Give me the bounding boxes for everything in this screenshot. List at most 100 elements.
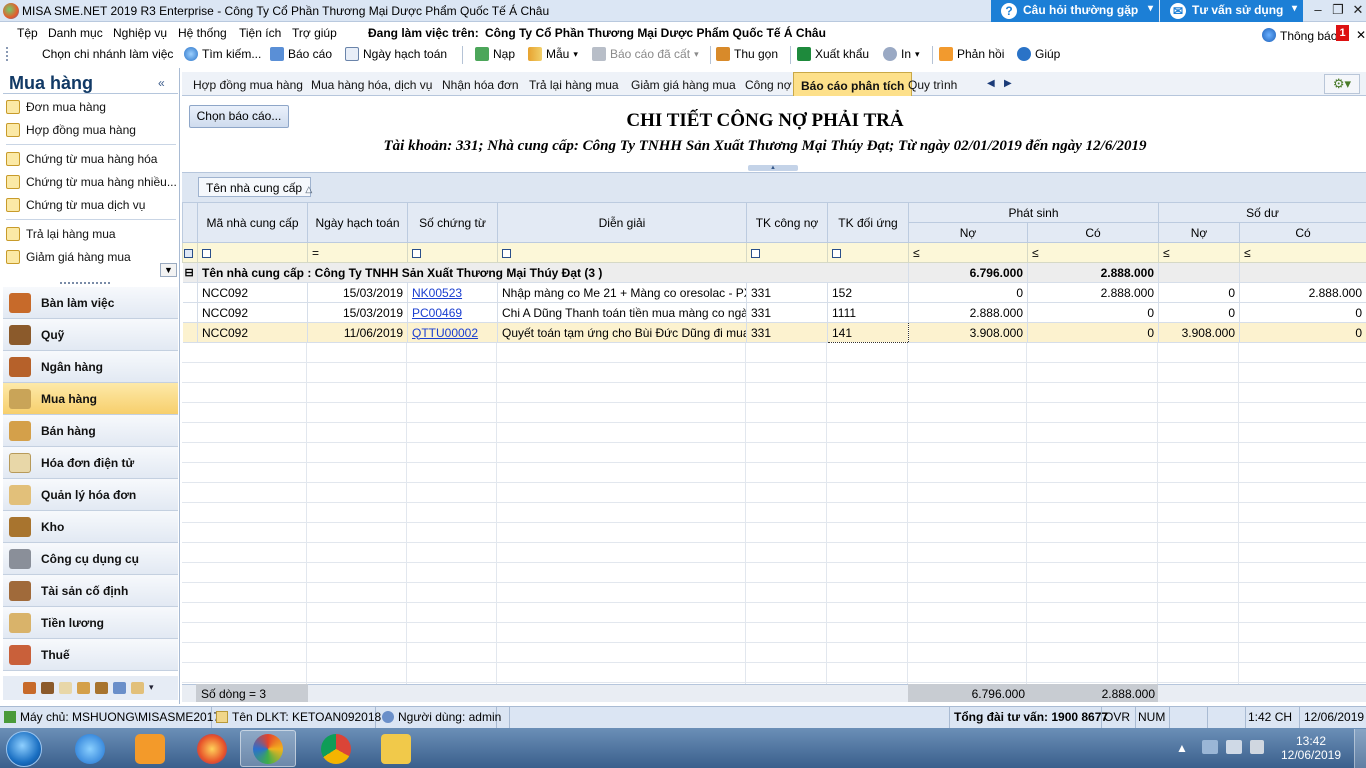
tab-purchase-return[interactable]: Trả lại hàng mua — [522, 72, 626, 96]
table-row[interactable]: NCC092 15/03/2019 PC00469 Chi A Dũng Tha… — [182, 302, 1366, 323]
load-button[interactable]: Nạp — [475, 47, 515, 61]
sales-icon[interactable] — [77, 682, 90, 694]
flag-icon[interactable] — [1202, 740, 1218, 754]
nav-dashboard[interactable]: Bàn làm việc — [3, 287, 178, 319]
collapse-button[interactable]: Thu gọn — [716, 47, 778, 61]
group-row[interactable]: ⊟ Tên nhà cung cấp : Công Ty TNHH Sản Xu… — [182, 262, 1366, 283]
tray-expand-icon[interactable]: ▲ — [1176, 741, 1188, 755]
nav-e-invoice[interactable]: Hóa đơn điện tử — [3, 447, 178, 479]
voucher-link[interactable]: QTTU00002 — [412, 326, 478, 340]
clock[interactable]: 13:42 12/06/2019 — [1276, 734, 1346, 762]
filter-operator[interactable]: ≤ — [1158, 242, 1241, 263]
tab-receive-invoice[interactable]: Nhận hóa đơn — [435, 72, 526, 96]
expand-group-icon[interactable]: ⊟ — [182, 262, 198, 283]
safe-icon[interactable] — [41, 682, 54, 694]
taskbar-explorer[interactable] — [368, 730, 424, 767]
sidebar-item-goods-voucher[interactable]: Chứng từ mua hàng hóa — [6, 149, 157, 169]
asset-icon[interactable] — [113, 682, 126, 694]
report-button[interactable]: Báo cáo — [270, 47, 332, 61]
tab-process[interactable]: Quy trình — [901, 72, 964, 96]
windows-start-button[interactable] — [6, 731, 42, 767]
network-icon[interactable] — [1226, 740, 1242, 754]
show-desktop-button[interactable] — [1354, 729, 1366, 768]
col-counter-account[interactable]: TK đối ứng — [827, 202, 909, 243]
taskbar-media-player[interactable] — [122, 730, 178, 767]
tab-payables[interactable]: Công nợ — [738, 72, 799, 96]
choose-report-button[interactable]: Chọn báo cáo... — [189, 105, 289, 128]
nav-tools[interactable]: Công cụ dụng cụ — [3, 543, 178, 575]
close-icon[interactable]: ✕ — [1356, 28, 1366, 42]
col-supplier-code[interactable]: Mã nhà cung cấp — [197, 202, 308, 243]
voucher-link[interactable]: PC00469 — [412, 306, 462, 320]
menu-utilities[interactable]: Tiện ích — [239, 26, 281, 40]
desk-icon[interactable] — [23, 682, 36, 694]
sidebar-item-multi-voucher[interactable]: Chứng từ mua hàng nhiều... — [6, 172, 177, 192]
export-button[interactable]: Xuất khẩu — [797, 47, 869, 61]
settings-gear-icon[interactable]: ⚙▾ — [1324, 74, 1360, 94]
clear-filter-icon[interactable] — [184, 248, 193, 258]
guide-button[interactable]: ✉ Tư vấn sử dụng ▾ — [1160, 0, 1303, 22]
posting-date-button[interactable]: Ngày hạch toán — [345, 47, 447, 61]
nav-tax[interactable]: Thuế — [3, 639, 178, 671]
nav-fixed-assets[interactable]: Tài sản cố định — [3, 575, 178, 607]
splitter-grip[interactable] — [60, 282, 110, 285]
sidebar-item-purchase-discount[interactable]: Giảm giá hàng mua — [6, 247, 131, 267]
template-button[interactable]: Mẫu ▾ — [528, 47, 578, 61]
saved-report-button[interactable]: Báo cáo đã cất ▾ — [592, 47, 699, 61]
filter-operator[interactable]: = — [307, 242, 408, 263]
filter-checkbox[interactable] — [502, 248, 511, 258]
tab-analysis-report[interactable]: Báo cáo phân tích — [793, 72, 913, 96]
choose-branch-button[interactable]: Chọn chi nhánh làm việc — [42, 47, 173, 61]
table-row[interactable]: NCC092 15/03/2019 NK00523 Nhập màng co M… — [182, 282, 1366, 303]
tab-prev-arrow[interactable]: ◀ — [987, 78, 995, 89]
group-by-chip[interactable]: Tên nhà cung cấp △ — [198, 177, 312, 197]
col-arising-credit[interactable]: Có — [1026, 222, 1160, 243]
invoice-icon[interactable] — [59, 682, 72, 694]
col-arising-debit[interactable]: Nợ — [908, 222, 1028, 243]
filter-checkbox[interactable] — [832, 248, 841, 258]
tab-purchase-contract[interactable]: Hợp đồng mua hàng — [186, 72, 310, 96]
faq-button[interactable]: ? Câu hỏi thường gặp ▾ — [991, 0, 1159, 22]
volume-muted-icon[interactable] — [1250, 740, 1264, 754]
filter-checkbox[interactable] — [202, 248, 211, 258]
table-row-selected[interactable]: NCC092 11/06/2019 QTTU00002 Quyết toán t… — [182, 322, 1366, 343]
filter-operator[interactable]: ≤ — [1026, 242, 1160, 263]
nav-sales[interactable]: Bán hàng — [3, 415, 178, 447]
col-posting-date[interactable]: Ngày hạch toán — [307, 202, 408, 243]
sidebar-item-purchase-order[interactable]: Đơn mua hàng — [6, 97, 106, 117]
notification-label[interactable]: Thông báo — [1280, 29, 1337, 43]
nav-bank[interactable]: Ngân hàng — [3, 351, 178, 383]
nav-invoice-management[interactable]: Quản lý hóa đơn — [3, 479, 178, 511]
sidebar-item-service-voucher[interactable]: Chứng từ mua dịch vụ — [6, 195, 145, 215]
col-balance-credit[interactable]: Có — [1239, 222, 1366, 243]
cell-counter-account-focused[interactable]: 141 — [827, 322, 909, 343]
warehouse-icon[interactable] — [95, 682, 108, 694]
nav-purchase[interactable]: Mua hàng — [3, 383, 178, 415]
filter-checkbox[interactable] — [412, 248, 421, 258]
filter-operator[interactable]: ≤ — [1239, 242, 1366, 263]
voucher-link[interactable]: NK00523 — [412, 286, 462, 300]
search-button[interactable]: Tìm kiếm... — [184, 47, 261, 61]
collapse-header-handle[interactable]: ▲ — [748, 165, 798, 171]
payroll-icon[interactable] — [131, 682, 144, 694]
nav-warehouse[interactable]: Kho — [3, 511, 178, 543]
col-balance-debit[interactable]: Nợ — [1158, 222, 1241, 243]
feedback-button[interactable]: Phản hồi — [939, 47, 1004, 61]
taskbar-ie[interactable] — [62, 730, 118, 767]
tab-next-arrow[interactable]: ▶ — [1004, 78, 1012, 89]
tab-purchase-goods[interactable]: Mua hàng hóa, dịch vụ — [304, 72, 439, 96]
nav-cash[interactable]: Quỹ — [3, 319, 178, 351]
menu-help[interactable]: Trợ giúp — [292, 26, 337, 40]
help-button[interactable]: Giúp — [1017, 47, 1060, 61]
filter-operator[interactable]: ≤ — [908, 242, 1028, 263]
filter-checkbox[interactable] — [751, 248, 760, 258]
nav-payroll[interactable]: Tiền lương — [3, 607, 178, 639]
more-icon[interactable]: ▾ — [149, 682, 154, 694]
menu-operations[interactable]: Nghiệp vụ — [113, 26, 167, 40]
close-button[interactable]: ✕ — [1345, 0, 1366, 22]
col-account[interactable]: TK công nợ — [746, 202, 828, 243]
sidebar-item-purchase-return[interactable]: Trả lại hàng mua — [6, 224, 116, 244]
taskbar-misa[interactable] — [240, 730, 296, 767]
menu-system[interactable]: Hệ thống — [178, 26, 227, 40]
col-voucher-no[interactable]: Số chứng từ — [407, 202, 498, 243]
